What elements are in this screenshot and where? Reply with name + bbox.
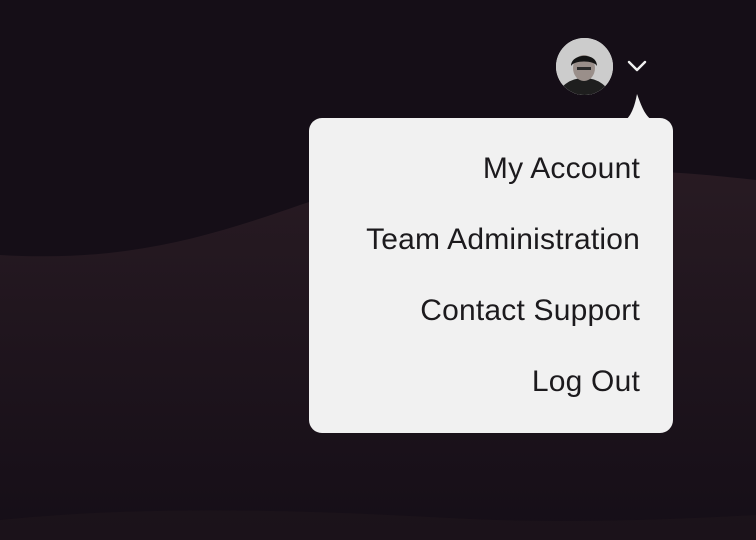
menu-item-log-out[interactable]: Log Out: [532, 365, 640, 399]
user-avatar[interactable]: [556, 38, 613, 95]
menu-item-team-administration[interactable]: Team Administration: [366, 223, 640, 257]
account-dropdown-menu: My Account Team Administration Contact S…: [309, 118, 673, 433]
menu-item-my-account[interactable]: My Account: [483, 152, 640, 186]
menu-item-contact-support[interactable]: Contact Support: [420, 294, 640, 328]
chevron-down-icon[interactable]: [625, 56, 649, 76]
avatar-photo: [556, 38, 613, 95]
dropdown-caret: [625, 94, 652, 120]
